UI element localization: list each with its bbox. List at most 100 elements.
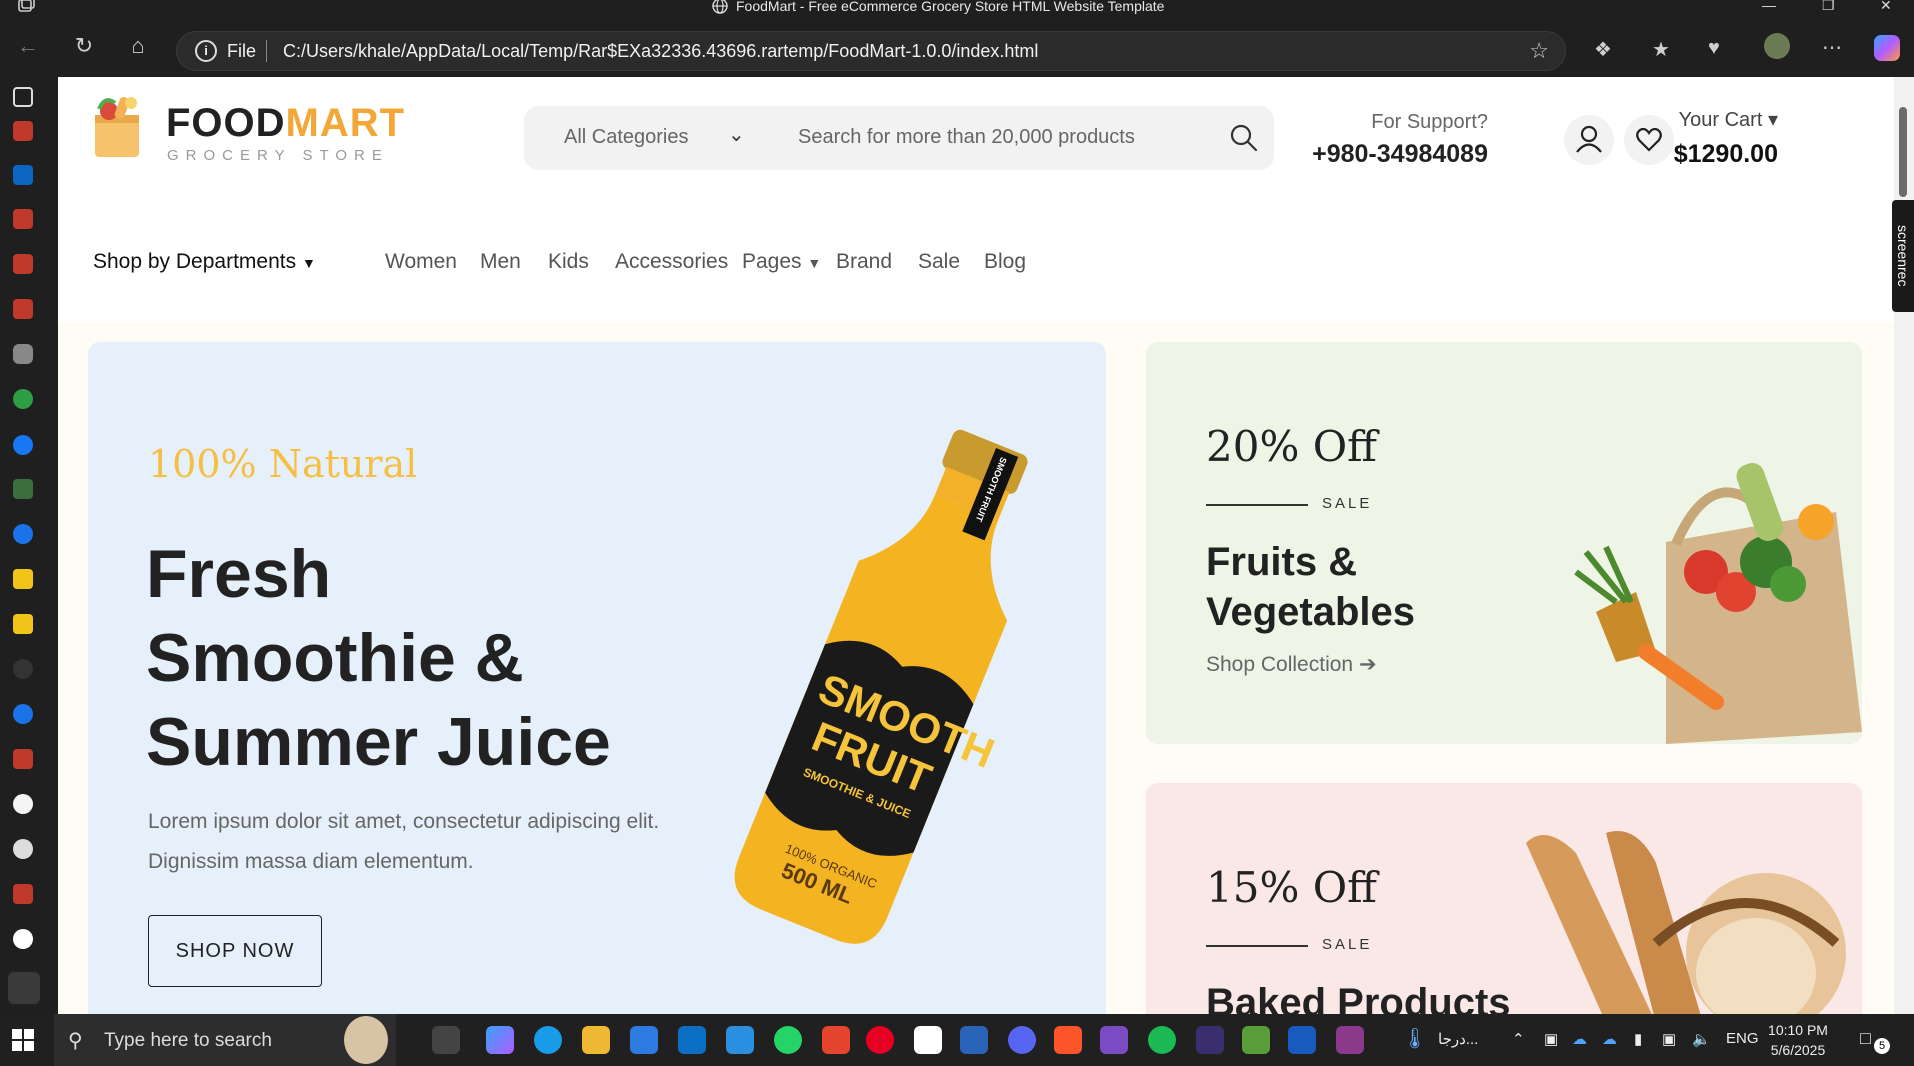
nav-item-blog[interactable]: Blog xyxy=(984,250,1026,274)
scrollbar-thumb[interactable] xyxy=(1899,107,1907,197)
shop-now-button[interactable]: SHOP NOW xyxy=(148,915,322,987)
openai-icon[interactable] xyxy=(13,839,33,859)
site-icon[interactable] xyxy=(13,524,33,544)
globe-icon[interactable] xyxy=(8,972,40,1004)
powershell-icon[interactable] xyxy=(960,1026,988,1054)
back-icon[interactable]: ← xyxy=(14,32,42,60)
address-bar[interactable]: i File C:/Users/khale/AppData/Local/Temp… xyxy=(176,31,1566,71)
nav-item-men[interactable]: Men xyxy=(480,250,521,274)
smoothie-bottle-image: SMOOTH FRUIT SMOOTH FRUIT SMOOTHIE & JUI… xyxy=(734,429,1028,944)
weather-text[interactable]: درجا... xyxy=(1438,1030,1478,1048)
search-icon[interactable] xyxy=(1228,122,1260,154)
pdf-icon[interactable] xyxy=(13,254,33,274)
more-menu-icon[interactable]: ⋯ xyxy=(1822,35,1842,60)
screenrec-extension-tab[interactable]: screenrec xyxy=(1892,200,1914,312)
onedrive-icon[interactable]: ☁ xyxy=(1602,1030,1617,1048)
site-icon[interactable] xyxy=(13,569,33,589)
sidebar-tabs-icon[interactable] xyxy=(13,87,33,107)
nav-item-accessories[interactable]: Accessories xyxy=(615,250,728,274)
taskbar-search[interactable]: ⚲ Type here to search xyxy=(54,1014,396,1066)
shop-by-departments[interactable]: Shop by Departments ▼ xyxy=(93,250,316,274)
site-logo[interactable]: FOODMART GROCERY STORE xyxy=(91,93,404,164)
notion-icon[interactable] xyxy=(914,1026,942,1054)
nav-item-sale[interactable]: Sale xyxy=(918,250,960,274)
site-icon[interactable] xyxy=(13,389,33,409)
pdf-icon[interactable] xyxy=(13,749,33,769)
home-icon[interactable]: ⌂ xyxy=(124,32,152,60)
pdf-icon[interactable] xyxy=(13,121,33,141)
notifications-icon[interactable]: □ xyxy=(1860,1028,1871,1049)
battery-icon[interactable]: ▮ xyxy=(1634,1030,1642,1048)
google-icon[interactable] xyxy=(13,929,33,949)
weather-icon[interactable]: 🌡 xyxy=(1402,1026,1427,1051)
terminal-icon[interactable] xyxy=(1196,1026,1224,1054)
site-icon[interactable] xyxy=(13,704,33,724)
file-explorer-icon[interactable] xyxy=(582,1026,610,1054)
nav-item-brand[interactable]: Brand xyxy=(836,250,892,274)
vscode-icon[interactable] xyxy=(726,1026,754,1054)
search-input[interactable]: Search for more than 20,000 products xyxy=(798,126,1135,149)
clock-time: 10:10 PM xyxy=(1768,1022,1828,1038)
snipping-tool-icon[interactable] xyxy=(1242,1026,1270,1054)
facebook-icon[interactable] xyxy=(13,435,33,455)
url-text[interactable]: C:/Users/khale/AppData/Local/Temp/Rar$EX… xyxy=(283,41,1038,62)
site-icon[interactable] xyxy=(13,479,33,499)
winrar-icon[interactable] xyxy=(1336,1026,1364,1054)
nav-item-kids[interactable]: Kids xyxy=(548,250,589,274)
account-button[interactable] xyxy=(1564,115,1614,165)
github-icon[interactable] xyxy=(13,794,33,814)
app-icon[interactable] xyxy=(13,344,33,364)
brand-tagline: GROCERY STORE xyxy=(167,147,389,164)
favorites-icon[interactable]: ★ xyxy=(1652,37,1670,62)
copilot-icon[interactable] xyxy=(486,1026,514,1054)
promo-card-baked[interactable]: 15% Off SALE Baked Products xyxy=(1146,783,1862,1014)
banner-description: Lorem ipsum dolor sit amet, consectetur … xyxy=(148,810,660,873)
discord-icon[interactable] xyxy=(1008,1026,1036,1054)
category-select[interactable]: All Categories xyxy=(564,126,689,149)
chevron-up-icon[interactable]: ⌃ xyxy=(1512,1030,1525,1048)
promo-discount: 20% Off xyxy=(1206,422,1377,471)
maximize-icon[interactable]: ❐ xyxy=(1822,0,1835,14)
site-info-icon[interactable]: i xyxy=(195,40,217,62)
site-icon[interactable] xyxy=(13,659,33,679)
favorite-star-icon[interactable]: ☆ xyxy=(1529,38,1549,64)
minimize-icon[interactable]: — xyxy=(1762,0,1776,13)
nav-item-women[interactable]: Women xyxy=(385,250,457,274)
linkedin-icon[interactable] xyxy=(13,165,33,185)
pdf-icon[interactable] xyxy=(13,884,33,904)
browser-essentials-icon[interactable]: ♥ xyxy=(1708,37,1720,60)
chevron-down-icon[interactable]: ⌄ xyxy=(728,122,745,147)
edge-icon[interactable] xyxy=(534,1026,562,1054)
profile-avatar[interactable] xyxy=(1764,33,1790,59)
onedrive-icon[interactable]: ☁ xyxy=(1572,1030,1587,1048)
shop-collection-link[interactable]: Shop Collection ➔ xyxy=(1206,652,1377,677)
spotify-icon[interactable] xyxy=(1148,1026,1176,1054)
app-icon[interactable] xyxy=(822,1026,850,1054)
language-indicator[interactable]: ENG xyxy=(1726,1030,1759,1047)
site-icon[interactable] xyxy=(13,614,33,634)
task-view-icon[interactable] xyxy=(432,1026,460,1054)
extensions-icon[interactable]: ❖ xyxy=(1594,37,1612,62)
word-icon[interactable] xyxy=(1288,1026,1316,1054)
windows-start-icon[interactable] xyxy=(12,1029,34,1051)
workspaces-icon[interactable] xyxy=(16,0,36,13)
pinterest-icon[interactable] xyxy=(866,1026,894,1054)
nav-item-pages[interactable]: Pages ▼ xyxy=(742,250,821,274)
outlook-icon[interactable] xyxy=(678,1026,706,1054)
clock[interactable]: 10:10 PM 5/6/2025 xyxy=(1760,1020,1836,1060)
promo-card-fruits[interactable]: 20% Off SALE Fruits & Vegetables Shop Co… xyxy=(1146,342,1862,744)
support-phone[interactable]: +980-34984089 xyxy=(1288,140,1488,169)
network-icon[interactable]: ▣ xyxy=(1662,1030,1676,1048)
whatsapp-icon[interactable] xyxy=(774,1026,802,1054)
copilot-icon[interactable] xyxy=(1874,35,1900,61)
close-icon[interactable]: ✕ xyxy=(1880,0,1892,14)
cart-summary[interactable]: Your Cart ▾ $1290.00 xyxy=(1658,107,1778,169)
volume-icon[interactable]: 🔈 xyxy=(1692,1030,1711,1048)
tray-app-icon[interactable]: ▣ xyxy=(1544,1030,1558,1048)
refresh-icon[interactable]: ↻ xyxy=(70,32,98,60)
pdf-icon[interactable] xyxy=(13,299,33,319)
pdf-icon[interactable] xyxy=(13,209,33,229)
store-icon[interactable] xyxy=(630,1026,658,1054)
brave-icon[interactable] xyxy=(1054,1026,1082,1054)
visual-studio-icon[interactable] xyxy=(1100,1026,1128,1054)
